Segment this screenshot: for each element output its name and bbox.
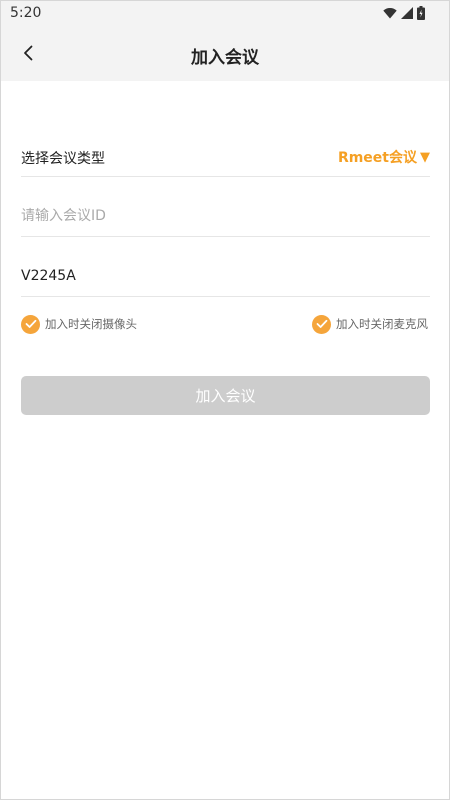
camera-off-label: 加入时关闭摄像头	[45, 317, 137, 331]
mic-off-option[interactable]: 加入时关闭麦克风	[312, 314, 428, 334]
meeting-type-label: 选择会议类型	[21, 151, 105, 167]
header-bar: 加入会议	[1, 27, 449, 81]
meeting-type-row: 选择会议类型 Rmeet会议 ▼	[21, 137, 430, 177]
page-title: 加入会议	[191, 48, 259, 68]
join-meeting-button[interactable]: 加入会议	[21, 376, 430, 415]
battery-icon	[417, 6, 425, 20]
status-bar: 5:20	[1, 1, 449, 27]
display-name-input[interactable]	[21, 263, 421, 289]
checkbox-checked-icon[interactable]	[312, 314, 331, 334]
meeting-type-select[interactable]: Rmeet会议 ▼	[338, 147, 430, 167]
caret-down-icon: ▼	[420, 149, 430, 165]
status-time: 5:20	[10, 5, 42, 21]
status-icons	[383, 6, 425, 20]
display-name-row	[21, 257, 430, 297]
checkbox-checked-icon[interactable]	[21, 314, 40, 334]
mic-off-label: 加入时关闭麦克风	[336, 317, 428, 331]
signal-icon	[401, 7, 413, 19]
meeting-type-value: Rmeet会议	[337, 150, 417, 166]
camera-off-option[interactable]: 加入时关闭摄像头	[21, 314, 137, 334]
wifi-icon	[383, 7, 397, 19]
app-screen: 5:20 加入会议 选择会议类型 Rmeet会议 ▼ 请输入会议ID V2245…	[0, 0, 450, 800]
meeting-id-input[interactable]	[21, 203, 421, 229]
meeting-id-row	[21, 197, 430, 237]
